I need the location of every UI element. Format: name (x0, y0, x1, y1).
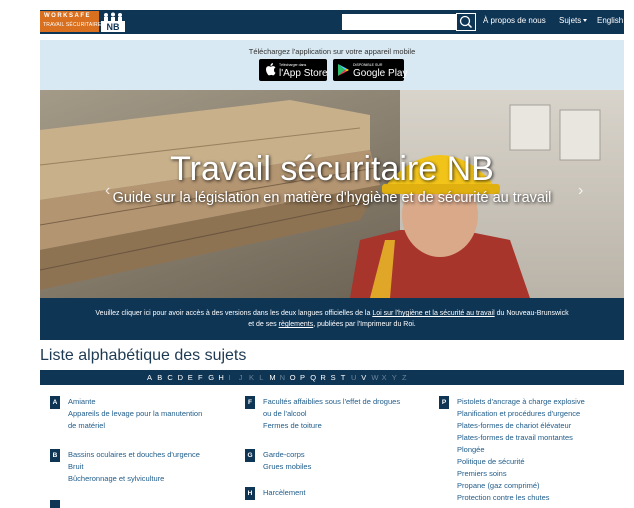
legal-text-part-4: , publiées par l'Imprimeur du Roi. (313, 321, 416, 328)
act-link[interactable]: Loi sur l'hygiène et la sécurité au trav… (372, 310, 494, 317)
topic-link[interactable]: Premiers soins (457, 468, 507, 480)
letter-badge-a: A (50, 396, 60, 409)
app-store-button[interactable]: Télécharger dans l'App Store (259, 59, 328, 81)
worksafe-logo[interactable]: WORKSAFE TRAVAIL SÉCURITAIRE NB (40, 10, 126, 34)
logo-travail-text: TRAVAIL SÉCURITAIRE (43, 22, 102, 28)
alphabet-letter-c[interactable]: C (167, 373, 172, 382)
nav-subjects-label: Sujets (559, 16, 582, 25)
alphabet-letter-d[interactable]: D (178, 373, 183, 382)
topic-link[interactable]: Bûcheronnage et sylviculture (68, 473, 164, 485)
nav-subjects[interactable]: Sujets (559, 16, 588, 25)
subjects-title: Liste alphabétique des sujets (40, 347, 247, 364)
topic-link[interactable]: Plates-formes de chariot élévateur (457, 420, 571, 432)
legal-notice-bar: Veuillez cliquer ici pour avoir accès à … (40, 298, 624, 340)
topic-link[interactable]: Harcèlement (263, 487, 306, 499)
logo-nb-icon: NB (101, 12, 125, 32)
site-header: WORKSAFE TRAVAIL SÉCURITAIRE NB À propos… (40, 10, 624, 34)
search-icon (459, 15, 473, 29)
topic-link[interactable]: Grues mobiles (263, 461, 311, 473)
alphabet-letter-t[interactable]: T (341, 373, 346, 382)
alphabet-letter-n: N (279, 373, 286, 382)
letter-badge-g: G (245, 449, 255, 462)
topic-link[interactable]: Bassins oculaires et douches d'urgence (68, 449, 200, 461)
logo-box: WORKSAFE TRAVAIL SÉCURITAIRE (40, 11, 102, 32)
topic-link[interactable]: Amiante (68, 396, 96, 408)
apple-icon (266, 63, 276, 76)
app-store-big-text: l'App Store (279, 68, 328, 79)
legal-text-part-2: du Nouveau-Brunswick (494, 310, 569, 317)
alphabet-letter-x: X (381, 373, 387, 382)
topic-link[interactable]: Bruit (68, 461, 83, 473)
app-banner: Téléchargez l'application sur votre appa… (40, 40, 624, 90)
topic-link[interactable]: de matériel (68, 420, 105, 432)
nav-about[interactable]: À propos de nous (483, 16, 546, 25)
topic-link[interactable]: Fermes de toiture (263, 420, 322, 432)
alphabet-letter-y: Y (391, 373, 397, 382)
legal-text-part-1: Veuillez cliquer ici pour avoir accès à … (95, 310, 373, 317)
alphabet-letter-z: Z (402, 373, 407, 382)
search-button[interactable] (456, 13, 476, 31)
alphabet-letter-h[interactable]: H (218, 373, 223, 382)
alphabet-bar: ABCDEFGHIJKLMNOPQRSTUVWXYZ (40, 370, 624, 385)
topic-link[interactable]: Garde-corps (263, 449, 305, 461)
letter-badge-p: P (439, 396, 449, 409)
google-play-small-text: DISPONIBLE SUR (353, 63, 383, 67)
logo-worksafe-text: WORKSAFE (44, 13, 91, 19)
topic-link[interactable]: Propane (gaz comprimé) (457, 480, 540, 492)
alphabet-letter-r[interactable]: R (320, 373, 325, 382)
alphabet-letter-g[interactable]: G (208, 373, 214, 382)
letter-badge-b: B (50, 449, 60, 462)
alphabet-letter-l: L (259, 373, 264, 382)
letter-badge-next (50, 500, 60, 508)
alphabet-letter-k: K (249, 373, 255, 382)
alphabet-letter-s[interactable]: S (331, 373, 336, 382)
search-input[interactable] (342, 14, 456, 30)
carousel-prev-icon[interactable]: ‹ (105, 182, 110, 200)
topic-link[interactable]: Protection contre les chutes (457, 492, 550, 501)
alphabet-letter-b[interactable]: B (157, 373, 162, 382)
carousel-next-icon[interactable]: › (578, 182, 583, 200)
letter-badge-f: F (245, 396, 255, 409)
alphabet-letter-a[interactable]: A (147, 373, 152, 382)
alphabet-letter-i: I (228, 373, 231, 382)
nav-english[interactable]: English (597, 16, 623, 25)
alphabet-letter-w: W (371, 373, 379, 382)
topic-link[interactable]: Facultés affaiblies sous l'effet de drog… (263, 396, 400, 408)
logo-nb-text: NB (107, 22, 120, 32)
app-store-small-text: Télécharger dans (279, 63, 307, 67)
topic-link[interactable]: Plates-formes de travail montantes (457, 432, 573, 444)
topic-link[interactable]: Plongée (457, 444, 485, 456)
alphabet-letter-j: J (238, 373, 243, 382)
legal-text-part-3: et de ses (248, 321, 279, 328)
hero-carousel: Travail sécuritaire NB Guide sur la légi… (40, 90, 624, 298)
app-banner-text: Téléchargez l'application sur votre appa… (248, 47, 416, 56)
caret-down-icon (583, 19, 588, 23)
hero-subtitle: Guide sur la législation en matière d'hy… (112, 190, 552, 206)
google-play-big-text: Google Play (353, 68, 408, 79)
topic-link[interactable]: Planification et procédures d'urgence (457, 408, 580, 420)
google-play-button[interactable]: DISPONIBLE SUR Google Play (333, 59, 408, 81)
alphabet-letter-o[interactable]: O (290, 373, 296, 382)
topic-link[interactable]: Pistolets d'ancrage à charge explosive (457, 396, 585, 408)
alphabet-letter-e[interactable]: E (188, 373, 193, 382)
alphabet-letter-v[interactable]: V (361, 373, 366, 382)
hero-title: Travail sécuritaire NB (170, 150, 494, 188)
topic-link[interactable]: Appareils de levage pour la manutention (68, 408, 202, 420)
alphabet-letter-q[interactable]: Q (310, 373, 316, 382)
topic-link[interactable]: Politique de sécurité (457, 456, 525, 468)
alphabet-letter-m[interactable]: M (269, 373, 275, 382)
legal-notice-text: Veuillez cliquer ici pour avoir accès à … (48, 308, 616, 330)
regulations-link[interactable]: règlements (279, 321, 314, 328)
google-play-icon (338, 64, 349, 76)
alphabet-letter-u: U (351, 373, 357, 382)
topic-link[interactable]: ou de l'alcool (263, 408, 307, 420)
alphabet-letter-f[interactable]: F (198, 373, 203, 382)
letter-badge-h: H (245, 487, 255, 500)
alphabet-letter-p[interactable]: P (300, 373, 305, 382)
